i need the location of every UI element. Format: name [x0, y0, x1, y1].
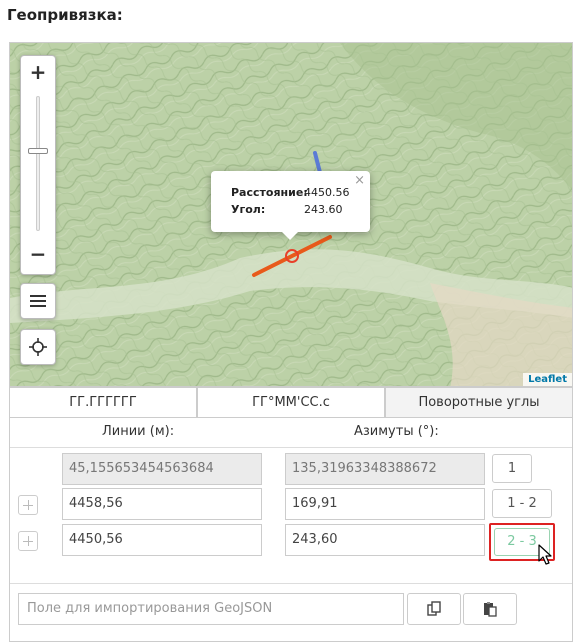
segment-button-1-2[interactable]: 1 - 2 — [492, 489, 552, 518]
header-divider — [10, 447, 572, 448]
paste-button[interactable] — [463, 593, 517, 625]
attribution-link[interactable]: Leaflet — [523, 373, 572, 386]
azimuth-field-2[interactable]: 169,91 — [285, 488, 485, 520]
distance-value: 4450.56 — [304, 186, 350, 199]
lines-header: Линии (м): — [102, 424, 175, 439]
zoom-slider-track[interactable] — [36, 96, 40, 231]
tab-turning-angles[interactable]: Поворотные углы — [385, 387, 573, 418]
crosshair-icon — [29, 338, 47, 356]
azimuth-field-3[interactable]: 243,60 — [285, 524, 485, 556]
geojson-import-field[interactable]: Поле для импортирования GeoJSON — [18, 593, 404, 625]
distance-label: Расстояние: — [231, 186, 308, 199]
copy-icon — [427, 601, 441, 616]
line-length-field-2[interactable]: 4458,56 — [62, 488, 262, 520]
copy-button[interactable] — [407, 593, 461, 625]
map-view[interactable]: + − × Расстояние:4450.56 Угол: 243.60 Lea… — [9, 42, 573, 387]
add-row-plus-icon[interactable] — [18, 531, 38, 551]
layers-menu-button[interactable] — [20, 283, 56, 319]
azimuth-header: Азимуты (°): — [354, 424, 439, 439]
line-length-field-1: 45,155653454563684 — [62, 453, 262, 485]
popup-close-button[interactable]: × — [354, 173, 365, 188]
point-button-1[interactable]: 1 — [492, 454, 532, 483]
angle-label: Угол: — [231, 203, 266, 216]
zoom-control: + − — [20, 55, 56, 275]
tab-decimal-degrees[interactable]: ГГ.ГГГГГГ — [9, 387, 197, 418]
line-length-field-3[interactable]: 4450,56 — [62, 524, 262, 556]
locate-button[interactable] — [20, 329, 56, 365]
mouse-cursor-icon — [538, 544, 552, 565]
zoom-slider-handle[interactable] — [28, 148, 48, 154]
coordinate-format-tabs: ГГ.ГГГГГГ ГГ°ММ'СС.с Поворотные углы — [9, 387, 573, 418]
section-divider — [10, 583, 572, 584]
measurement-popup: × Расстояние:4450.56 Угол: 243.60 — [211, 171, 370, 240]
zoom-out-button[interactable]: − — [21, 238, 55, 270]
menu-icon — [30, 295, 46, 307]
popup-tip — [282, 232, 298, 240]
paste-icon — [484, 602, 497, 617]
add-row-plus-icon[interactable] — [18, 495, 38, 515]
angles-panel: Линии (м): Азимуты (°): 45,1556534545636… — [9, 418, 573, 642]
page-title: Геопривязка: — [7, 6, 123, 24]
azimuth-field-1: 135,31963348388672 — [285, 453, 485, 485]
zoom-in-button[interactable]: + — [21, 56, 55, 88]
angle-value: 243.60 — [304, 203, 343, 216]
tab-dms[interactable]: ГГ°ММ'СС.с — [197, 387, 385, 418]
